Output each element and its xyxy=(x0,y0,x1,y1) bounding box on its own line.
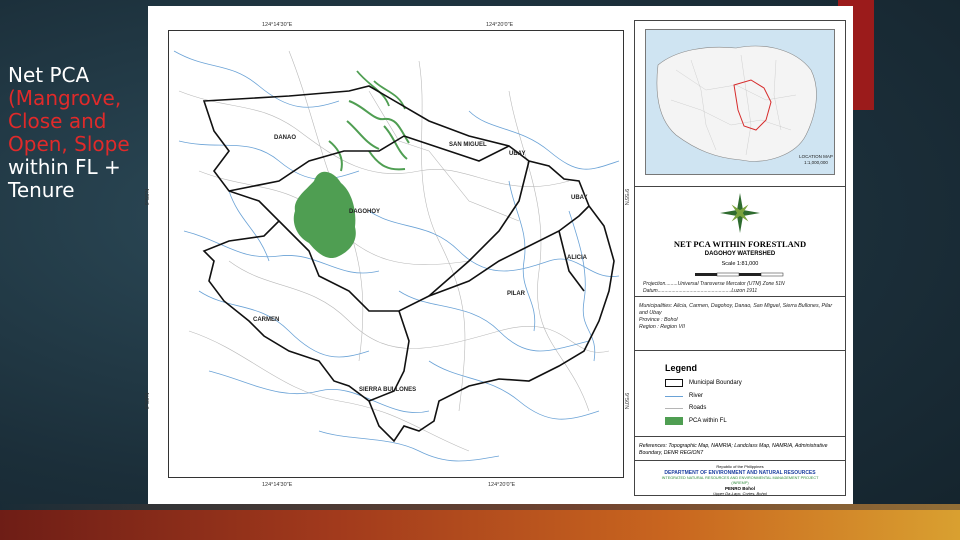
references-text: References: Topographic Map, NAMRIA; Lan… xyxy=(639,443,828,456)
location-map-label: LOCATION MAP xyxy=(799,154,833,159)
place-carmen: CARMEN xyxy=(253,317,279,323)
bottom-coord: 124°20'0"E xyxy=(488,482,516,488)
bottom-stripe xyxy=(0,510,960,540)
caption-line: Tenure xyxy=(8,178,75,202)
region-text: Region : Region VII xyxy=(639,324,685,330)
place-alicia: ALICIA xyxy=(567,255,588,261)
agency-republic: Republic of the Philippines xyxy=(716,464,764,469)
legend-item: PCA within FL xyxy=(665,417,727,425)
place-pilar: PILAR xyxy=(507,291,526,297)
place-danao: DANAO xyxy=(274,135,296,141)
pca-swatch xyxy=(665,417,683,425)
slide-caption: Net PCA (Mangrove, Close and Open, Slope… xyxy=(8,64,130,202)
location-map-box: LOCATION MAP 1:1,000,000 xyxy=(635,21,845,187)
legend-item: Municipal Boundary xyxy=(665,379,742,387)
map-subtitle: DAGOHOY WATERSHED xyxy=(704,251,776,257)
left-coord: 9°50'N xyxy=(145,392,152,410)
caption-line: Net PCA xyxy=(8,63,90,87)
province-text: Province : Bohol xyxy=(639,317,678,323)
watershed-map: DANAO SAN MIGUEL UBAY UBAY DAGOHOY ALICI… xyxy=(173,50,620,462)
municipalities-box: Municipalities: Alicia, Carmen, Dagohoy,… xyxy=(635,297,845,351)
top-coord: 124°14'30"E xyxy=(262,22,293,28)
map-title: NET PCA WITHIN FORESTLAND xyxy=(673,239,807,249)
place-ubay: UBAY xyxy=(571,195,587,201)
projection-text: Projection.........Universal Transverse … xyxy=(643,281,785,287)
map-scale: Scale 1:81,000 xyxy=(721,261,759,267)
caption-line: within FL + xyxy=(8,155,121,179)
place-san-miguel: SAN MIGUEL xyxy=(449,142,487,148)
map-side-panel: LOCATION MAP 1:1,000,000 NET PCA WITHIN … xyxy=(634,20,846,496)
legend-label: PCA within FL xyxy=(689,418,727,424)
location-map: LOCATION MAP 1:1,000,000 xyxy=(645,29,835,175)
scale-bar xyxy=(695,272,784,277)
legend-item: River xyxy=(665,393,703,399)
boundary-swatch xyxy=(665,379,683,387)
legend-label: Municipal Boundary xyxy=(689,380,742,386)
legend-label: River xyxy=(689,393,704,399)
caption-red-line: (Mangrove, xyxy=(8,86,122,110)
map-frame: DANAO SAN MIGUEL UBAY UBAY DAGOHOY ALICI… xyxy=(168,30,624,478)
river-swatch xyxy=(665,395,683,397)
place-sierra-bullones: SIERRA BULLONES xyxy=(359,387,416,393)
caption-red-line: Close and xyxy=(8,109,107,133)
legend-label: Roads xyxy=(689,405,707,411)
location-map-scale: 1:1,000,000 xyxy=(804,160,828,165)
municipalities-text: Municipalities: Alicia, Carmen, Dagohoy,… xyxy=(639,303,833,316)
legend-box: Legend Municipal Boundary River Roads PC… xyxy=(635,351,845,437)
place-dagohoy: DAGOHOY xyxy=(349,209,380,215)
datum-text: Datum...................................… xyxy=(643,288,758,294)
caption-red-line: Open, Slope xyxy=(8,132,130,156)
legend-title: Legend xyxy=(665,363,698,373)
agency-address: Upper Da-Layo, Cortes, Bohol xyxy=(713,491,767,496)
agency-box: Republic of the Philippines DEPARTMENT O… xyxy=(635,461,845,497)
agency-inremp: (INREMP) xyxy=(731,481,749,485)
compass-rose-icon xyxy=(720,193,760,233)
bottom-coord: 124°14'30"E xyxy=(262,482,293,488)
top-coord: 124°20'0"E xyxy=(486,22,514,28)
map-sheet: 124°14'30"E 124°20'0"E 124°14'30"E 124°2… xyxy=(145,6,853,504)
legend-item: Roads xyxy=(665,405,706,411)
roads-swatch xyxy=(665,407,683,409)
municipalities-info: Municipalities: Alicia, Carmen, Dagohoy,… xyxy=(639,303,839,331)
references-box: References: Topographic Map, NAMRIA; Lan… xyxy=(635,437,845,461)
agency-project: INTEGRATED NATURAL RESOURCES AND ENVIRON… xyxy=(661,476,819,480)
place-ubay: UBAY xyxy=(509,151,525,157)
title-box: NET PCA WITHIN FORESTLAND DAGOHOY WATERS… xyxy=(635,187,845,297)
left-coord: 9°55'N xyxy=(145,188,152,206)
rivers xyxy=(173,50,620,462)
